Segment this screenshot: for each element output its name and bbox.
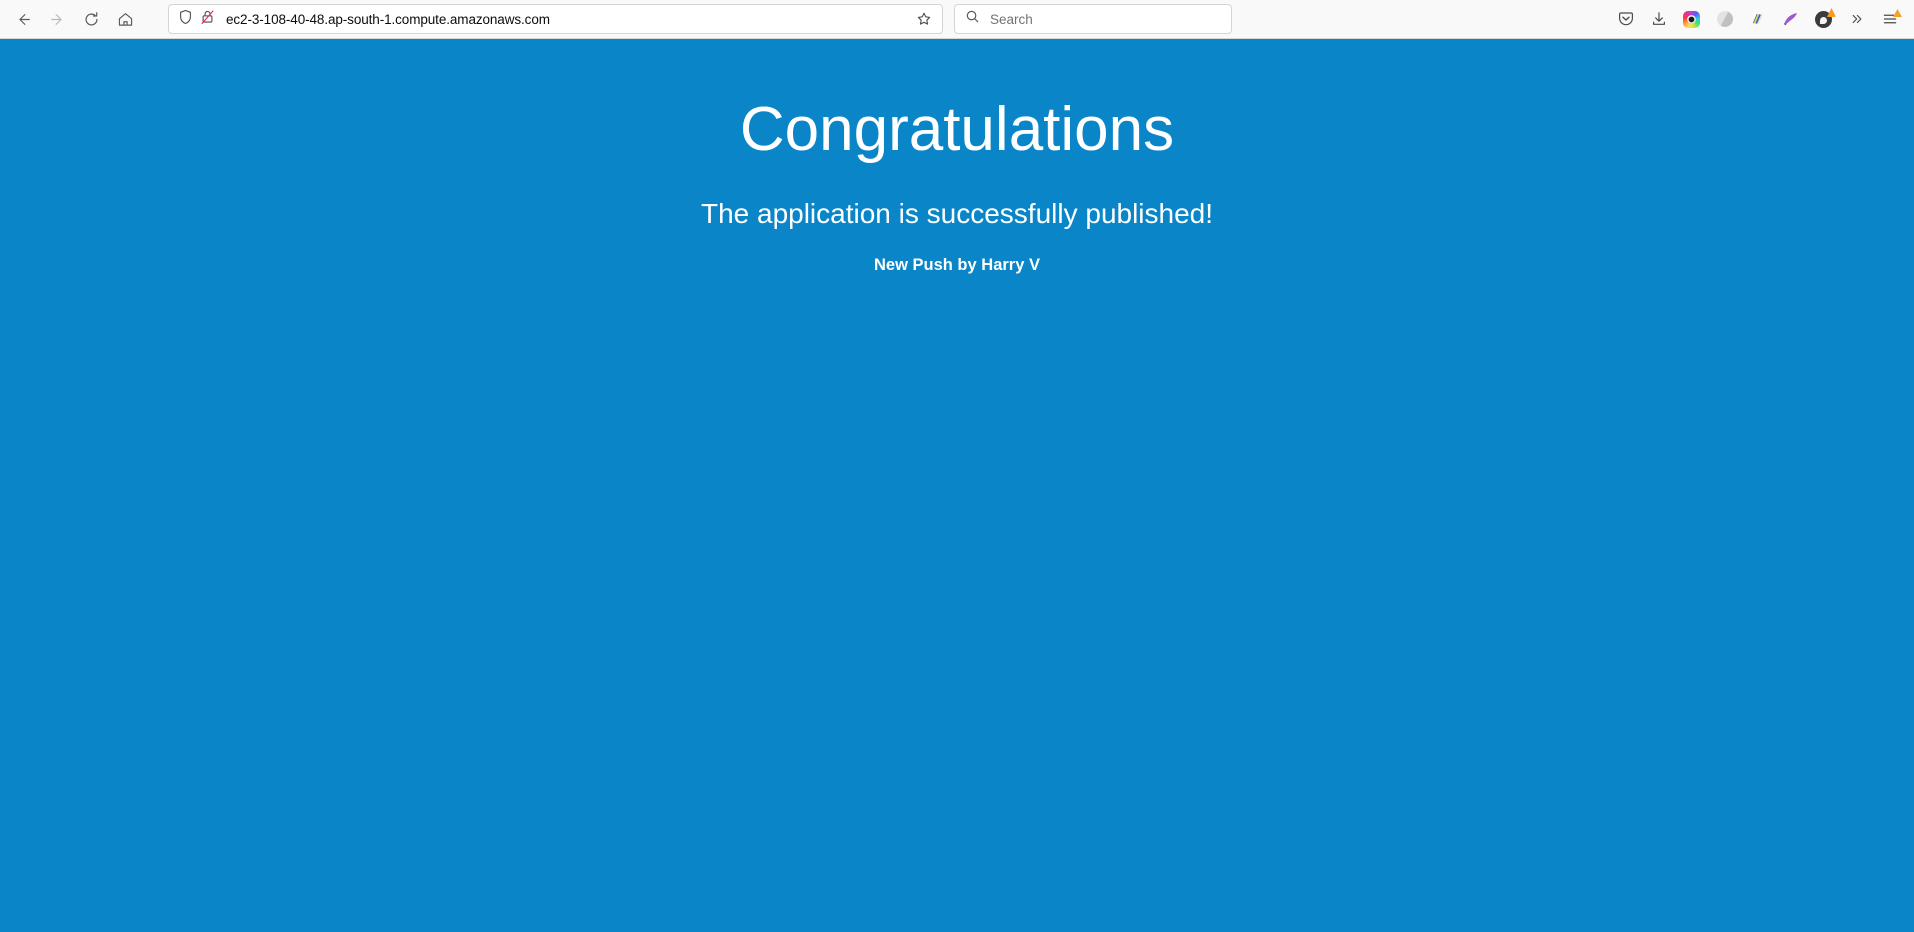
forward-arrow-icon <box>49 11 66 28</box>
home-button[interactable] <box>108 4 142 34</box>
star-icon <box>916 11 932 27</box>
instagram-extension-button[interactable] <box>1675 4 1708 34</box>
pocket-button[interactable] <box>1609 4 1642 34</box>
url-text: ec2-3-108-40-48.ap-south-1.compute.amazo… <box>226 12 910 27</box>
search-bar[interactable] <box>954 4 1232 34</box>
downloads-button[interactable] <box>1642 4 1675 34</box>
pocket-icon <box>1617 10 1635 28</box>
home-icon <box>117 11 134 28</box>
instagram-extension-icon <box>1683 11 1700 28</box>
page-content: Congratulations The application is succe… <box>0 39 1914 932</box>
search-icon <box>965 9 980 29</box>
zigzag-extension-icon <box>1749 11 1766 27</box>
address-bar[interactable]: ec2-3-108-40-48.ap-south-1.compute.amazo… <box>168 4 943 34</box>
account-avatar-button[interactable] <box>1807 4 1840 34</box>
overflow-chevrons-icon <box>1848 10 1866 28</box>
reload-icon <box>83 11 100 28</box>
toolbar-extensions-group <box>1609 4 1908 34</box>
insecure-connection-lock-icon[interactable] <box>200 9 215 30</box>
page-subtitle: The application is successfully publishe… <box>0 200 1914 228</box>
page-title: Congratulations <box>0 39 1914 161</box>
app-menu-button[interactable] <box>1873 4 1906 34</box>
feather-extension-button[interactable] <box>1774 4 1807 34</box>
overflow-menu-button[interactable] <box>1840 4 1873 34</box>
gray-circle-extension-button[interactable] <box>1708 4 1741 34</box>
forward-button[interactable] <box>40 4 74 34</box>
urlbar-container: ec2-3-108-40-48.ap-south-1.compute.amazo… <box>168 4 943 34</box>
back-arrow-icon <box>15 11 32 28</box>
search-input[interactable] <box>990 12 1223 27</box>
back-button[interactable] <box>6 4 40 34</box>
navigation-button-group <box>6 4 142 34</box>
feather-extension-icon <box>1781 11 1800 28</box>
page-note: New Push by Harry V <box>0 257 1914 274</box>
bookmark-star-button[interactable] <box>910 6 938 32</box>
zigzag-extension-button[interactable] <box>1741 4 1774 34</box>
browser-toolbar: ec2-3-108-40-48.ap-south-1.compute.amazo… <box>0 0 1914 39</box>
gray-circle-extension-icon <box>1717 11 1733 27</box>
reload-button[interactable] <box>74 4 108 34</box>
download-icon <box>1650 10 1668 28</box>
identity-box <box>178 9 215 30</box>
tracking-protection-shield-icon[interactable] <box>178 9 193 30</box>
